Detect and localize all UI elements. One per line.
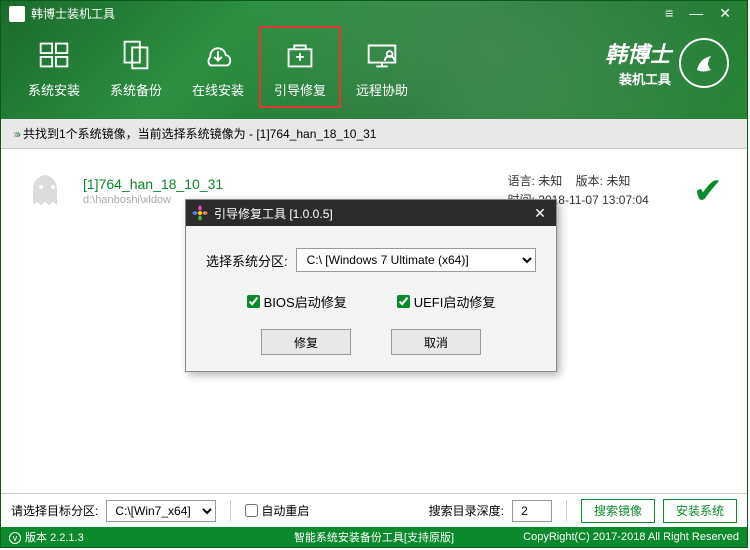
bottom-bar: 请选择目标分区: C:\[Win7_x64] 自动重启 搜索目录深度: 搜索镜像… (1, 493, 747, 527)
uefi-repair-checkbox[interactable]: UEFI启动修复 (397, 292, 496, 311)
status-text: 共找到1个系统镜像，当前选择系统镜像为 - [1]764_han_18_10_3… (23, 125, 376, 142)
tool-remote-assist[interactable]: 远程协助 (341, 26, 423, 108)
tool-system-install[interactable]: 系统安装 (13, 26, 95, 108)
bios-repair-checkbox[interactable]: BIOS启动修复 (247, 292, 347, 311)
repair-kit-icon (281, 36, 319, 74)
partition-label: 选择系统分区: (206, 251, 288, 270)
target-partition-label: 请选择目标分区: (11, 502, 98, 519)
ghost-icon (25, 169, 69, 213)
divider (566, 500, 567, 522)
close-button[interactable]: ✕ (719, 5, 731, 22)
dialog-title-text: 引导修复工具 [1.0.0.5] (214, 205, 333, 222)
image-name: [1]764_han_18_10_31 (83, 176, 494, 192)
copy-icon (117, 36, 155, 74)
tool-label: 在线安装 (192, 80, 244, 99)
window-title: 韩博士装机工具 (31, 5, 665, 22)
brand: 韩博士 装机工具 (605, 37, 729, 88)
selected-check-icon: ✔ (693, 170, 723, 212)
brand-logo-icon (679, 38, 729, 88)
tool-label: 系统安装 (28, 80, 80, 99)
install-system-button[interactable]: 安装系统 (663, 499, 737, 523)
tool-online-install[interactable]: 在线安装 (177, 26, 259, 108)
tool-boot-repair[interactable]: 引导修复 (259, 26, 341, 108)
app-icon (9, 6, 25, 22)
chevron-right-icon: ››› (13, 127, 19, 141)
dialog-close-button[interactable]: ✕ (530, 205, 550, 222)
tool-label: 系统备份 (110, 80, 162, 99)
repair-button[interactable]: 修复 (261, 329, 351, 355)
brand-main: 韩博士 (605, 37, 671, 69)
search-depth-label: 搜索目录深度: (429, 502, 504, 519)
windows-icon (35, 36, 73, 74)
footer: v版本 2.2.1.3 智能系统安装备份工具[支持原版] CopyRight(C… (1, 527, 747, 547)
cancel-button[interactable]: 取消 (391, 329, 481, 355)
remote-icon (363, 36, 401, 74)
target-partition-select[interactable]: C:\[Win7_x64] (106, 500, 216, 522)
bios-repair-input[interactable] (247, 295, 260, 308)
tool-label: 引导修复 (274, 80, 326, 99)
brand-sub: 装机工具 (619, 69, 671, 88)
status-bar: ››› 共找到1个系统镜像，当前选择系统镜像为 - [1]764_han_18_… (1, 119, 747, 149)
uefi-repair-input[interactable] (397, 295, 410, 308)
header: 韩博士装机工具 ≡ — ✕ 系统安装 系统备份 在线安装 引导修复 (1, 1, 747, 119)
menu-button[interactable]: ≡ (665, 5, 673, 22)
search-depth-input[interactable] (512, 500, 552, 522)
auto-restart-checkbox[interactable]: 自动重启 (245, 502, 309, 519)
auto-restart-input[interactable] (245, 504, 258, 517)
boot-repair-dialog: 引导修复工具 [1.0.0.5] ✕ 选择系统分区: C:\ [Windows … (185, 199, 557, 372)
version-icon: v (9, 532, 21, 544)
divider (230, 500, 231, 522)
dialog-titlebar[interactable]: 引导修复工具 [1.0.0.5] ✕ (186, 200, 556, 226)
search-image-button[interactable]: 搜索镜像 (581, 499, 655, 523)
copyright-text: CopyRight(C) 2017-2018 All Right Reserve… (523, 531, 739, 543)
minimize-button[interactable]: — (689, 5, 703, 22)
flower-icon (192, 205, 208, 221)
footer-center-text: 智能系统安装备份工具[支持原版] (294, 529, 454, 545)
tool-label: 远程协助 (356, 80, 408, 99)
tool-system-backup[interactable]: 系统备份 (95, 26, 177, 108)
cloud-download-icon (199, 36, 237, 74)
partition-select[interactable]: C:\ [Windows 7 Ultimate (x64)] (296, 248, 536, 272)
